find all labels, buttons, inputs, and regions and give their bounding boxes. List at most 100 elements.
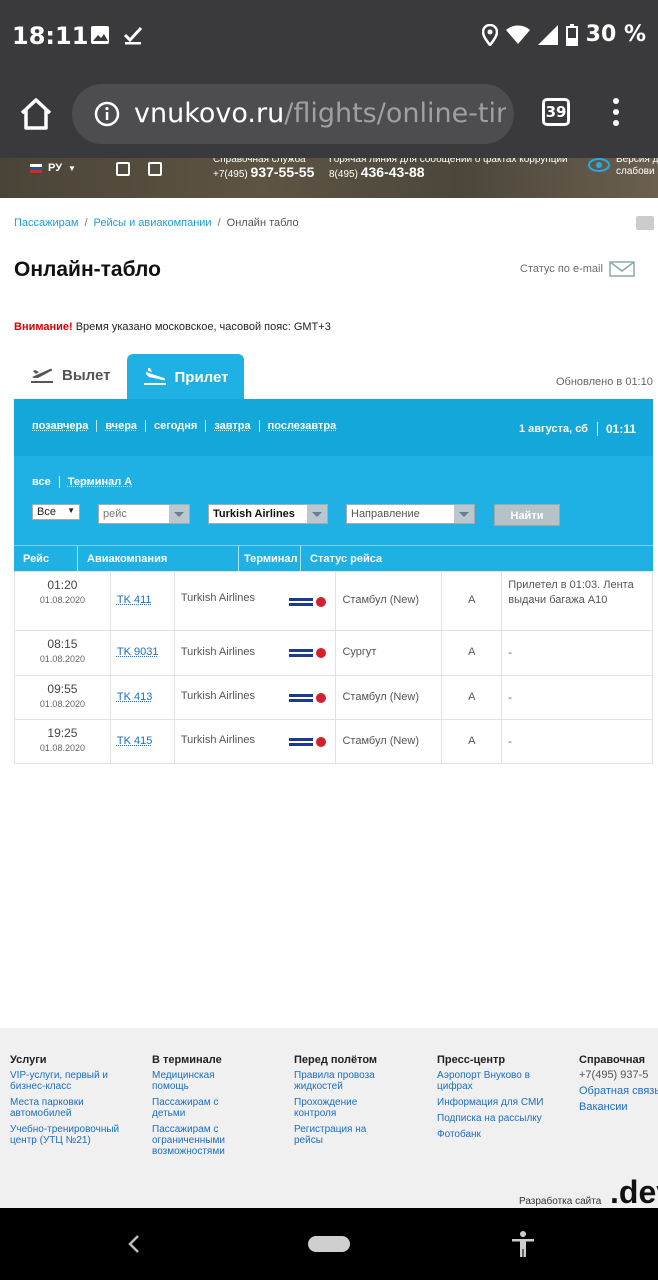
direction-name: Сургут: [342, 646, 435, 658]
terminal-cell: A: [442, 572, 502, 631]
flight-time-cell: 08:15 01.08.2020: [15, 631, 111, 676]
help-number[interactable]: 937-55-55: [251, 164, 315, 180]
accessibility-icon[interactable]: [510, 1230, 536, 1258]
flight-time: 01:20: [21, 578, 104, 592]
col-flight: Рейс: [23, 553, 49, 565]
site-header: РУ ▼ Справочная служба +7(495) 937-55-55…: [0, 158, 658, 198]
breadcrumb-flights[interactable]: Рейсы и авиакомпании: [94, 217, 212, 229]
find-button[interactable]: Найти: [494, 504, 560, 526]
footer-terminal-title: В терминале: [152, 1055, 252, 1066]
footer-link[interactable]: Вакансии: [579, 1102, 658, 1113]
tab-departure-label: Вылет: [62, 367, 110, 384]
direction-select[interactable]: Направление: [346, 504, 475, 524]
browser-menu-icon[interactable]: [606, 98, 626, 132]
home-icon[interactable]: [16, 94, 56, 134]
footer-link[interactable]: Правила провоза жидкостей: [294, 1070, 394, 1092]
updated-time: Обновлено в 01:10: [556, 376, 653, 388]
accessibility-version-link[interactable]: Версия д слабови: [616, 158, 658, 178]
tab-arrival-label: Прилет: [175, 369, 229, 386]
developer-logo[interactable]: .dev: [610, 1174, 658, 1211]
hotline-number[interactable]: 436-43-88: [361, 164, 425, 180]
breadcrumb-passengers[interactable]: Пассажирам: [14, 217, 78, 229]
direction-name: Стамбул (New): [342, 691, 435, 703]
map-icon[interactable]: [148, 162, 162, 176]
flight-number-link[interactable]: TK 415: [117, 735, 152, 747]
footer-link[interactable]: Регистрация на рейсы: [294, 1124, 394, 1146]
day-after-tomorrow[interactable]: послезавтра: [259, 420, 345, 432]
flight-number-cell: TK 413: [110, 676, 174, 720]
print-icon[interactable]: [636, 216, 654, 230]
chevron-down-icon: [169, 505, 189, 523]
flight-number-link[interactable]: TK 413: [117, 691, 152, 703]
footer-link[interactable]: Учебно-тренировочный центр (УТЦ №21): [10, 1124, 120, 1146]
footer-link[interactable]: Информация для СМИ: [437, 1097, 545, 1108]
footer-press: Пресс-центр Аэропорт Внуково в цифрах Ин…: [437, 1055, 545, 1145]
chevron-down-icon: [307, 505, 327, 523]
footer-link[interactable]: Прохождение контроля: [294, 1097, 394, 1119]
footer-link[interactable]: VIP-услуги, первый и бизнес-класс: [10, 1070, 120, 1092]
terminal-all[interactable]: все: [32, 476, 60, 488]
image-notification-icon: [89, 24, 111, 46]
airline-select-value: Turkish Airlines: [213, 508, 295, 520]
address-bar[interactable]: vnukovo.ru/flights/online-time: [72, 84, 514, 144]
footer-link[interactable]: Медицинская помощь: [152, 1070, 252, 1092]
flight-time: 08:15: [21, 637, 104, 651]
email-status-link[interactable]: Статус по e-mail: [520, 261, 635, 277]
hotline: Горячая линия для сообщений о фактах кор…: [329, 158, 568, 181]
footer-before-flight: Перед полётом Правила провоза жидкостей …: [294, 1055, 394, 1151]
chevron-down-icon: ▼: [68, 164, 76, 173]
footer-link[interactable]: Фотобанк: [437, 1129, 545, 1140]
home-pill-icon[interactable]: [308, 1236, 350, 1252]
direction-cell: Стамбул (New): [336, 676, 442, 720]
table-header: Рейс Авиакомпания Терминал Статус рейса: [14, 545, 653, 571]
footer-link[interactable]: Подписка на рассылку: [437, 1113, 545, 1124]
turkish-airlines-logo-icon: [289, 736, 327, 748]
language-selector[interactable]: РУ ▼: [30, 162, 76, 174]
scope-select[interactable]: Все ▼: [32, 504, 80, 520]
flight-time-cell: 01:20 01.08.2020: [15, 572, 111, 631]
status-text: Прилетел в 01:03. Лента выдачи багажа А1…: [508, 578, 646, 608]
photo-icon[interactable]: [116, 162, 130, 176]
direction-name: Стамбул (New): [342, 594, 435, 606]
flight-number-input[interactable]: рейс: [98, 504, 190, 524]
terminal-value: A: [448, 646, 495, 658]
direction-select-value: Направление: [351, 508, 420, 520]
table-row[interactable]: 09:55 01.08.2020 TK 413 Turkish Airlines …: [15, 676, 653, 720]
tab-departure[interactable]: Вылет: [30, 366, 110, 384]
status-cell: -: [502, 720, 653, 764]
flight-number-cell: TK 411: [110, 572, 174, 631]
eye-icon[interactable]: [588, 158, 610, 172]
table-row[interactable]: 01:20 01.08.2020 TK 411 Turkish Airlines …: [15, 572, 653, 631]
footer-phone[interactable]: +7(495) 937-5: [579, 1070, 658, 1081]
day-today[interactable]: сегодня: [145, 420, 205, 432]
terminal-a[interactable]: Терминал А: [60, 476, 141, 488]
help-service: Справочная служба +7(495) 937-55-55: [213, 158, 314, 181]
terminal-value: A: [448, 691, 495, 703]
table-row[interactable]: 19:25 01.08.2020 TK 415 Turkish Airlines …: [15, 720, 653, 764]
day-tomorrow[interactable]: завтра: [205, 420, 258, 432]
status-text: -: [508, 735, 646, 750]
footer-link[interactable]: Аэропорт Внуково в цифрах: [437, 1070, 545, 1092]
footer-link[interactable]: Места парковки автомобилей: [10, 1097, 120, 1119]
airline-cell: Turkish Airlines: [174, 676, 336, 720]
flight-time-cell: 09:55 01.08.2020: [15, 676, 111, 720]
back-icon[interactable]: [124, 1232, 144, 1256]
info-icon[interactable]: [94, 101, 120, 127]
tab-switcher-button[interactable]: 39: [542, 98, 570, 126]
table-row[interactable]: 08:15 01.08.2020 TK 9031 Turkish Airlines…: [15, 631, 653, 676]
flight-number-link[interactable]: TK 9031: [117, 646, 159, 658]
footer-link[interactable]: Обратная связь: [579, 1086, 658, 1097]
day-before-yesterday[interactable]: позавчера: [32, 420, 96, 432]
hotline-prefix: 8(495): [329, 169, 358, 180]
footer-press-title: Пресс-центр: [437, 1055, 545, 1066]
footer-link[interactable]: Пассажирам с ограниченными возможностями: [152, 1124, 252, 1157]
footer-link[interactable]: Пассажирам с детьми: [152, 1097, 252, 1119]
day-yesterday[interactable]: вчера: [96, 420, 145, 432]
turkish-airlines-logo-icon: [289, 647, 327, 659]
tab-arrival[interactable]: Прилет: [127, 354, 244, 400]
airline-select[interactable]: Turkish Airlines: [208, 504, 328, 524]
col-divider: [77, 546, 78, 572]
url-text[interactable]: vnukovo.ru/flights/online-time: [134, 98, 506, 129]
flight-number-link[interactable]: TK 411: [117, 594, 152, 606]
footer-info: Справочная +7(495) 937-5 Обратная связь …: [579, 1055, 658, 1118]
